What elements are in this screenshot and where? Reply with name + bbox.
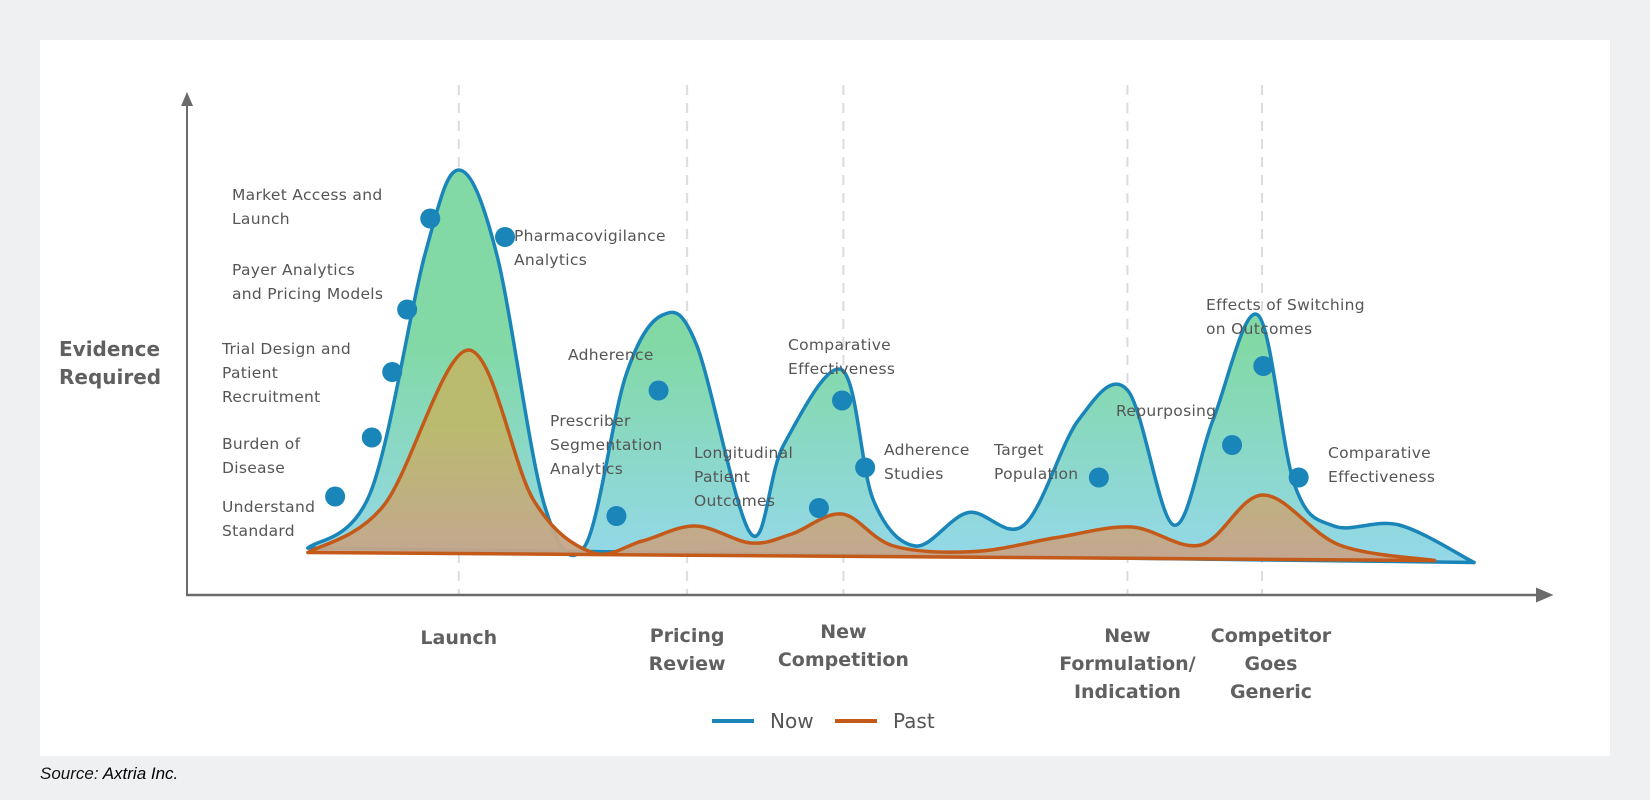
x-label-competitor-goes-generic: Competitor Goes Generic (1211, 625, 1332, 703)
marker-longitudinal-patient-outcomes[interactable] (808, 498, 829, 518)
x-label-new-competition: New Competition (778, 621, 909, 671)
marker-adherence-studies[interactable] (855, 457, 876, 478)
y-axis-label: Evidence Required (59, 337, 167, 389)
source-org: Axtria Inc. (102, 764, 179, 783)
annotation-comparative-effectiveness: Comparative Effectiveness (1328, 444, 1435, 486)
marker-comparative-effectiveness[interactable] (1288, 467, 1309, 488)
marker-trial-design-and-patient-recruitment[interactable] (382, 362, 403, 382)
marker-burden-of-disease[interactable] (361, 427, 382, 448)
annotation-burden-of-disease: Burden of Disease (222, 435, 301, 477)
legend-label-past: Past (893, 709, 935, 733)
annotation-trial-design-and-patient-recruitment: Trial Design and Patient Recruitment (221, 340, 351, 406)
legend-item-now[interactable]: Now (712, 709, 814, 733)
source-label: Source: (40, 764, 99, 783)
x-label-pricing-review: Pricing Review (649, 625, 726, 675)
annotation-adherence: Adherence (568, 346, 654, 364)
marker-payer-analytics-and-pricing-models[interactable] (397, 299, 418, 320)
source-note: Source: Axtria Inc. (40, 764, 178, 784)
x-category-labels: Launch Pricing Review New Competition New Form… (420, 621, 1331, 703)
marker-pharmacovigilance-analytics[interactable] (495, 227, 516, 247)
marker-repurposing[interactable] (1222, 435, 1243, 455)
marker-adherence[interactable] (648, 380, 669, 401)
x-label-launch: Launch (420, 627, 497, 649)
marker-prescriber-segmentation-analytics[interactable] (606, 506, 627, 526)
evidence-chart: Evidence Required Understand Standard Burd… (59, 85, 1554, 733)
marker-comparative-effectiveness[interactable] (832, 390, 853, 411)
marker-understand-standard[interactable] (325, 486, 346, 507)
annotation-effects-of-switching-on-outcomes: Effects of Switching on Outcomes (1206, 296, 1365, 338)
annotation-adherence-studies: Adherence Studies (884, 441, 970, 483)
annotation-payer-analytics-and-pricing-models: Payer Analytics and Pricing Models (232, 261, 383, 303)
legend: Now Past (712, 709, 935, 733)
annotation-pharmacovigilance-analytics: Pharmacovigilance Analytics (514, 227, 666, 269)
marker-effects-of-switching-on-outcomes[interactable] (1253, 356, 1274, 376)
legend-item-past[interactable]: Past (835, 709, 935, 733)
annotation-repurposing: Repurposing (1116, 402, 1216, 420)
legend-label-now: Now (770, 709, 814, 733)
annotation-understand-standard: Understand Standard (222, 498, 315, 540)
annotation-comparative-effectiveness: Comparative Effectiveness (788, 336, 895, 378)
annotation-market-access-and-launch: Market Access and Launch (232, 186, 382, 228)
marker-market-access-and-launch[interactable] (420, 208, 441, 229)
x-label-new-formulation-indication: New Formulation/Indication (1059, 625, 1195, 703)
marker-target-population[interactable] (1088, 467, 1109, 488)
